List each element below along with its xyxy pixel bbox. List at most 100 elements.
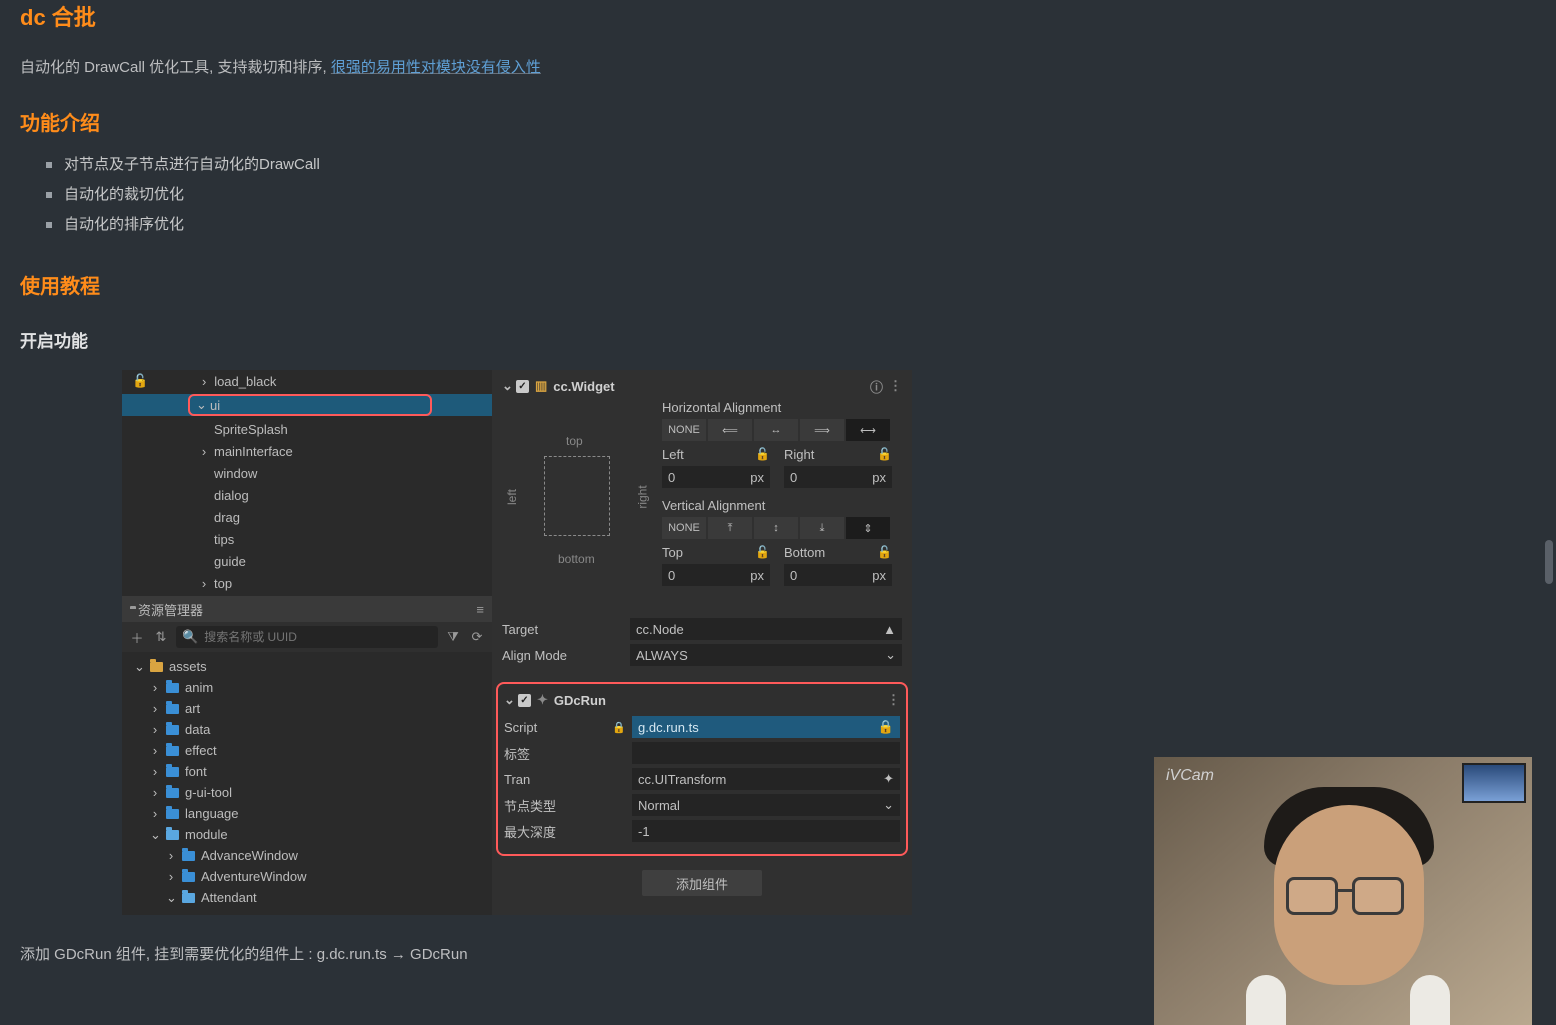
lock-icon: 🔓 bbox=[132, 373, 148, 389]
page-scrollbar[interactable] bbox=[1545, 540, 1553, 584]
chevron-right-icon[interactable]: › bbox=[166, 848, 176, 863]
hier-item[interactable]: mainInterface bbox=[214, 444, 293, 459]
asset-folder[interactable]: data bbox=[185, 722, 210, 737]
asset-root[interactable]: assets bbox=[169, 659, 207, 674]
heading-enable: 开启功能 bbox=[20, 327, 1536, 352]
tag-field[interactable] bbox=[632, 742, 900, 764]
align-option[interactable]: ⟷ bbox=[846, 419, 890, 441]
label-max-depth: 最大深度 bbox=[504, 822, 556, 841]
asset-folder[interactable]: anim bbox=[185, 680, 213, 695]
chevron-right-icon[interactable]: › bbox=[166, 869, 176, 884]
bottom-value[interactable]: 0px bbox=[784, 564, 892, 586]
puzzle-icon: ✦ bbox=[537, 692, 548, 708]
hier-item-ui[interactable]: ui bbox=[210, 398, 220, 413]
hier-item[interactable]: guide bbox=[214, 554, 246, 569]
asset-folder[interactable]: module bbox=[185, 827, 228, 842]
component-checkbox[interactable]: ✓ bbox=[516, 380, 529, 393]
lock-icon[interactable]: 🔓 bbox=[755, 545, 770, 560]
hierarchy-panel: 🔓 › load_black ⌄ ui SpriteSplash › mainIn… bbox=[122, 370, 492, 596]
lock-icon: 🔒 bbox=[612, 721, 626, 734]
right-value[interactable]: 0px bbox=[784, 466, 892, 488]
asset-tree: ⌄ assets › anim › art › data › effect › font ›… bbox=[122, 652, 492, 915]
intro-text: 自动化的 DrawCall 优化工具, 支持裁切和排序, 很强的易用性对模块没有… bbox=[20, 56, 1536, 77]
component-icon: ✦ bbox=[883, 771, 894, 787]
script-field[interactable]: g.dc.run.ts🔒 bbox=[632, 716, 900, 738]
label-vertical-alignment: Vertical Alignment bbox=[662, 498, 894, 513]
asset-search-input[interactable] bbox=[204, 630, 432, 644]
refresh-icon[interactable]: ⟳ bbox=[468, 629, 486, 645]
align-option[interactable]: ⤓ bbox=[800, 517, 844, 539]
chevron-right-icon[interactable]: › bbox=[150, 785, 160, 800]
heading-tutorial: 使用教程 bbox=[20, 270, 1536, 299]
max-depth-field[interactable]: -1 bbox=[632, 820, 900, 842]
chevron-down-icon[interactable]: ⌄ bbox=[150, 827, 160, 843]
component-checkbox[interactable]: ✓ bbox=[518, 694, 531, 707]
more-icon[interactable]: ⋮ bbox=[887, 692, 900, 708]
align-option[interactable]: ⟸ bbox=[708, 419, 752, 441]
chevron-right-icon[interactable]: › bbox=[150, 680, 160, 695]
add-component-button[interactable]: 添加组件 bbox=[642, 870, 762, 896]
add-icon[interactable]: ＋ bbox=[128, 628, 146, 647]
chevron-down-icon[interactable]: ⌄ bbox=[504, 692, 512, 708]
lock-icon[interactable]: 🔓 bbox=[877, 447, 892, 462]
node-type-dropdown[interactable]: Normal⌄ bbox=[632, 794, 900, 816]
chevron-down-icon[interactable]: ⌄ bbox=[502, 378, 510, 394]
chevron-right-icon[interactable]: › bbox=[200, 374, 208, 389]
asset-folder[interactable]: Attendant bbox=[201, 890, 257, 905]
hier-item[interactable]: dialog bbox=[214, 488, 249, 503]
asset-folder[interactable]: language bbox=[185, 806, 239, 821]
chevron-right-icon[interactable]: › bbox=[150, 806, 160, 821]
chevron-right-icon[interactable]: › bbox=[200, 576, 208, 591]
sort-icon[interactable]: ⇅ bbox=[152, 629, 170, 645]
folder-icon bbox=[166, 788, 179, 798]
chevron-down-icon[interactable]: ⌄ bbox=[166, 890, 176, 906]
chevron-down-icon[interactable]: ⌄ bbox=[134, 659, 144, 675]
chevron-down-icon[interactable]: ⌄ bbox=[196, 397, 204, 413]
webcam-overlay: iVCam bbox=[1154, 757, 1532, 1025]
align-none-button[interactable]: NONE bbox=[662, 517, 706, 539]
more-icon[interactable]: ⋮ bbox=[889, 378, 902, 394]
hier-item[interactable]: window bbox=[214, 466, 257, 481]
tran-field[interactable]: cc.UITransform✦ bbox=[632, 768, 900, 790]
help-icon[interactable]: ⓘ bbox=[870, 377, 883, 396]
background-poster bbox=[1462, 763, 1526, 803]
align-option[interactable]: ↔ bbox=[754, 419, 798, 441]
asset-folder[interactable]: AdventureWindow bbox=[201, 869, 307, 884]
align-none-button[interactable]: NONE bbox=[662, 419, 706, 441]
target-field[interactable]: cc.Node▲ bbox=[630, 618, 902, 640]
align-option[interactable]: ⇕ bbox=[846, 517, 890, 539]
asset-search[interactable]: 🔍 bbox=[176, 626, 438, 648]
align-mode-dropdown[interactable]: ALWAYS⌄ bbox=[630, 644, 902, 666]
lock-icon[interactable]: 🔓 bbox=[755, 447, 770, 462]
hier-item[interactable]: tips bbox=[214, 532, 234, 547]
align-option[interactable]: ⟹ bbox=[800, 419, 844, 441]
folder-icon bbox=[166, 767, 179, 777]
label-target: Target bbox=[502, 622, 630, 637]
asset-folder[interactable]: effect bbox=[185, 743, 217, 758]
label-tran: Tran bbox=[504, 772, 530, 787]
filter-icon[interactable]: ⧩ bbox=[444, 629, 462, 645]
top-value[interactable]: 0px bbox=[662, 564, 770, 586]
label-horizontal-alignment: Horizontal Alignment bbox=[662, 400, 894, 415]
webcam-label: iVCam bbox=[1166, 767, 1214, 785]
align-option[interactable]: ⤒ bbox=[708, 517, 752, 539]
asset-folder[interactable]: AdvanceWindow bbox=[201, 848, 298, 863]
left-value[interactable]: 0px bbox=[662, 466, 770, 488]
chevron-right-icon[interactable]: › bbox=[150, 701, 160, 716]
chevron-right-icon[interactable]: › bbox=[150, 764, 160, 779]
hier-item[interactable]: top bbox=[214, 576, 232, 591]
chevron-right-icon[interactable]: › bbox=[150, 722, 160, 737]
hier-item[interactable]: drag bbox=[214, 510, 240, 525]
asset-folder[interactable]: art bbox=[185, 701, 200, 716]
align-option[interactable]: ↕ bbox=[754, 517, 798, 539]
menu-icon[interactable]: ≡ bbox=[476, 602, 484, 617]
chevron-right-icon[interactable]: › bbox=[150, 743, 160, 758]
hier-item[interactable]: load_black bbox=[214, 374, 276, 389]
diagram-label-right: right bbox=[635, 485, 649, 508]
asset-folder[interactable]: font bbox=[185, 764, 207, 779]
asset-folder[interactable]: g-ui-tool bbox=[185, 785, 232, 800]
lock-icon[interactable]: 🔓 bbox=[877, 545, 892, 560]
hier-item[interactable]: SpriteSplash bbox=[214, 422, 288, 437]
widget-alignment-diagram: top left right bottom bbox=[516, 428, 638, 566]
chevron-right-icon[interactable]: › bbox=[200, 444, 208, 459]
